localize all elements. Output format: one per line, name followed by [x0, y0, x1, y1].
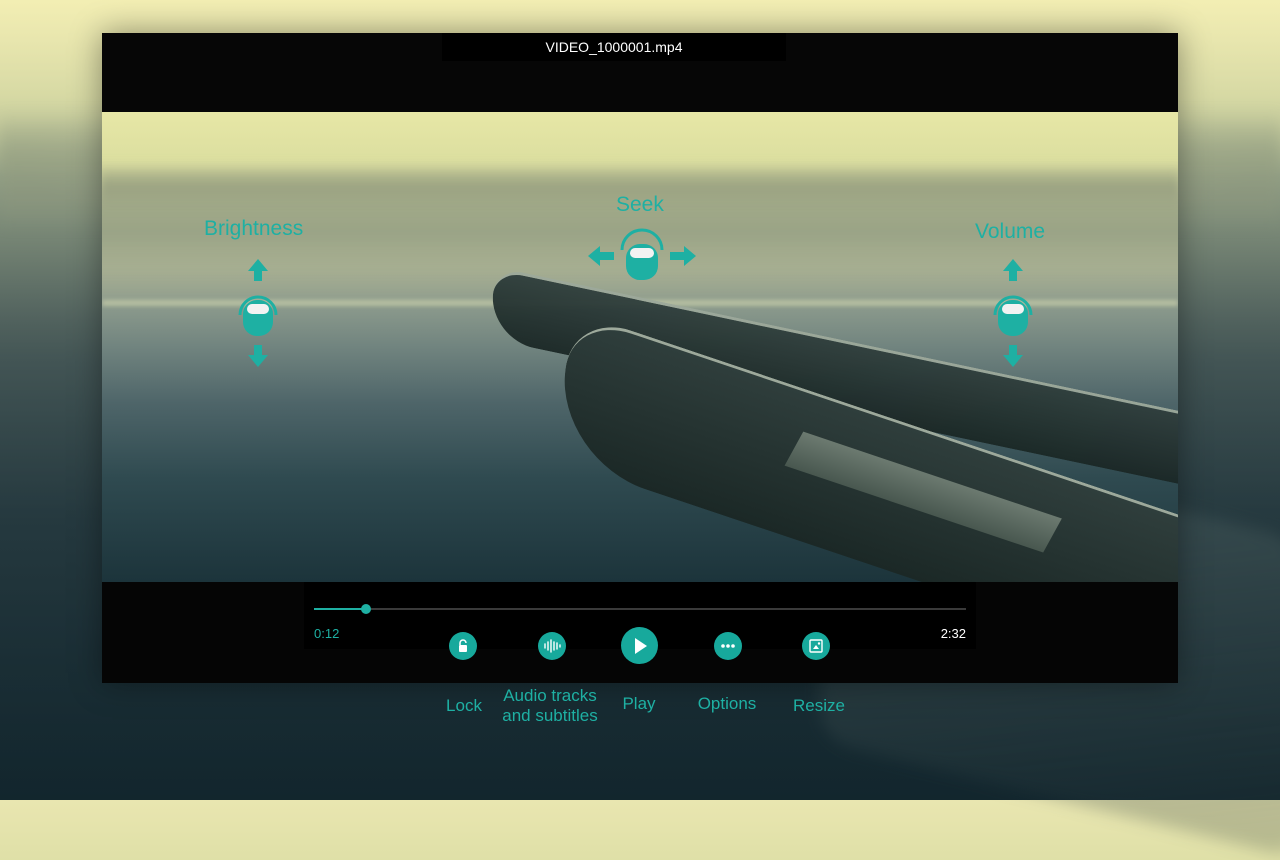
play-caption: Play: [622, 694, 656, 713]
video-frame[interactable]: Brightness Seek Volume: [102, 112, 1178, 582]
resize-caption: Resize: [793, 696, 845, 715]
video-player-window: VIDEO_1000001.mp4 Brightness Seek Volume…: [102, 33, 1178, 683]
title-tab: VIDEO_1000001.mp4: [442, 33, 786, 61]
lock-icon: [459, 639, 467, 652]
audio-waveform-icon: [544, 639, 561, 653]
top-bar: VIDEO_1000001.mp4: [102, 33, 1178, 112]
resize-button[interactable]: [802, 632, 830, 660]
video-title: VIDEO_1000001.mp4: [545, 39, 683, 55]
audio-subtitles-caption: Audio tracks and subtitles: [493, 686, 607, 726]
total-time: 2:32: [940, 626, 966, 641]
bottom-control-bar: 0:12 2:32: [102, 582, 1178, 683]
options-caption: Options: [697, 694, 757, 713]
audio-caption-line1: Audio tracks: [503, 686, 597, 705]
current-time: 0:12: [314, 626, 340, 641]
seek-bar-progress: [314, 608, 367, 610]
play-button[interactable]: [621, 627, 658, 664]
volume-label: Volume: [975, 220, 1046, 243]
lock-button[interactable]: [449, 632, 477, 660]
audio-caption-line2: and subtitles: [502, 706, 598, 725]
options-button[interactable]: [714, 632, 742, 660]
more-options-icon: [721, 644, 735, 648]
audio-subtitles-button[interactable]: [538, 632, 566, 660]
seek-label: Seek: [616, 193, 664, 216]
resize-icon: [809, 639, 823, 653]
brightness-swipe-icon: [238, 259, 278, 367]
brightness-label: Brightness: [204, 217, 304, 240]
volume-swipe-icon: [993, 259, 1033, 367]
seek-swipe-icon: [588, 228, 696, 280]
seek-bar-handle[interactable]: [361, 604, 372, 614]
seek-bar[interactable]: [314, 604, 966, 614]
lock-caption: Lock: [446, 696, 482, 715]
play-icon: [634, 637, 647, 654]
